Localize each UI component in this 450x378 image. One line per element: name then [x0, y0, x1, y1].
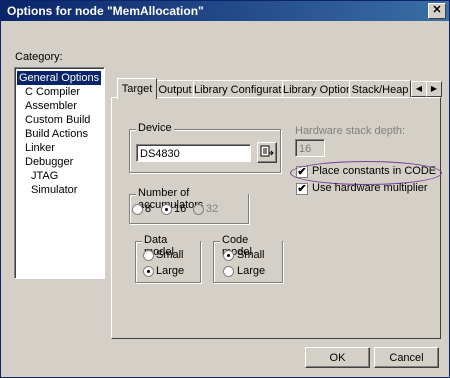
category-item-general-options[interactable]: General Options	[17, 71, 102, 85]
data-model-option-large: Large	[156, 265, 185, 277]
category-label: Category:	[15, 51, 63, 63]
accumulators-option-8: 8	[145, 203, 152, 215]
category-item-simulator[interactable]: Simulator	[29, 183, 79, 197]
accumulators-option-32: 32	[206, 203, 219, 215]
category-item-debugger[interactable]: Debugger	[23, 155, 75, 169]
data-model-radio-large[interactable]	[143, 266, 154, 277]
category-item-build-actions[interactable]: Build Actions	[23, 127, 90, 141]
category-item-custom-build[interactable]: Custom Build	[23, 113, 92, 127]
data-model-option-small: Small	[156, 249, 184, 261]
accumulators-option-16: 16	[174, 203, 187, 215]
hw-stack-depth-label: Hardware stack depth:	[295, 125, 406, 137]
code-model-radio-small[interactable]	[223, 250, 234, 261]
tab-scroll-right-icon[interactable]: ▶	[426, 81, 442, 97]
window-title: Options for node "MemAllocation"	[7, 4, 204, 18]
tab-scroll-left-icon[interactable]: ◀	[411, 81, 427, 97]
accumulators-label: Number of accumulators	[136, 187, 248, 211]
device-field[interactable]: DS4830	[136, 144, 251, 162]
device-browse-button[interactable]	[257, 142, 277, 163]
device-label: Device	[136, 122, 174, 134]
cancel-button[interactable]: Cancel	[374, 347, 439, 368]
category-item-linker[interactable]: Linker	[23, 141, 57, 155]
accumulators-radio-32[interactable]	[193, 204, 204, 215]
hw-multiplier-checkbox[interactable]: ✔	[296, 183, 308, 195]
category-item-assembler[interactable]: Assembler	[23, 99, 79, 113]
place-constants-label: Place constants in CODE	[312, 165, 437, 177]
device-browse-icon	[260, 145, 274, 157]
place-constants-checkbox[interactable]: ✔	[296, 166, 308, 178]
accumulators-radio-8[interactable]	[132, 204, 143, 215]
options-dialog: Options for node "MemAllocation" ✕ Categ…	[0, 0, 450, 378]
data-model-radio-small[interactable]	[143, 250, 154, 261]
tab-target[interactable]: Target	[117, 78, 157, 99]
category-list[interactable]: General Options C Compiler Assembler Cus…	[14, 67, 105, 279]
category-item-c-compiler[interactable]: C Compiler	[23, 85, 82, 99]
hw-multiplier-label: Use hardware multiplier	[312, 182, 428, 194]
category-item-jtag[interactable]: JTAG	[29, 169, 60, 183]
code-model-radio-large[interactable]	[223, 266, 234, 277]
code-model-option-large: Large	[237, 265, 266, 277]
close-icon[interactable]: ✕	[428, 3, 446, 19]
title-bar[interactable]: Options for node "MemAllocation" ✕	[1, 1, 449, 21]
code-model-option-small: Small	[237, 249, 265, 261]
hw-stack-depth-field[interactable]: 16	[295, 139, 325, 157]
ok-button[interactable]: OK	[305, 347, 370, 368]
accumulators-radio-16[interactable]	[161, 204, 172, 215]
